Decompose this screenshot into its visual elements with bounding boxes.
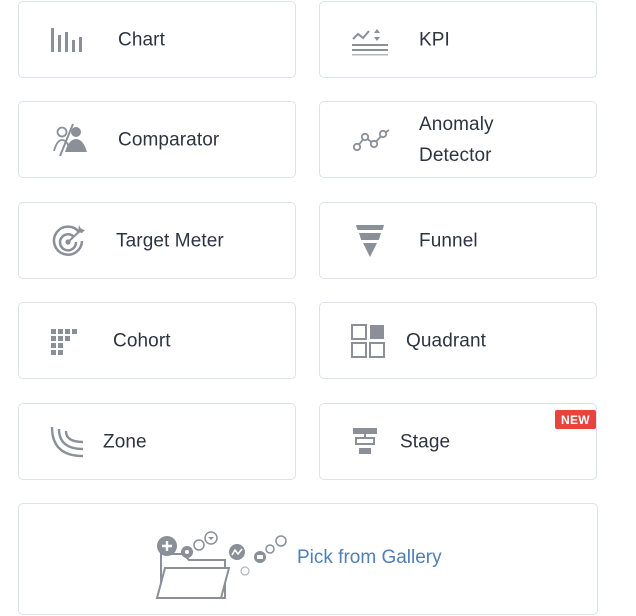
widget-label-quadrant: Quadrant <box>406 330 487 351</box>
new-badge: NEW <box>555 410 596 429</box>
widget-card-cohort[interactable]: Cohort <box>18 302 296 379</box>
stage-icon <box>348 422 388 462</box>
widget-card-quadrant[interactable]: Quadrant <box>319 302 597 379</box>
bar-chart-icon <box>47 20 87 60</box>
widget-label-zone: Zone <box>103 431 147 452</box>
widget-card-chart[interactable]: Chart <box>18 1 296 78</box>
widget-label-comparator: Comparator <box>118 129 220 150</box>
widget-card-funnel[interactable]: Funnel <box>319 202 597 279</box>
widget-label-stage: Stage <box>400 431 451 452</box>
pick-from-gallery-label[interactable]: Pick from Gallery <box>297 547 442 569</box>
quadrant-icon <box>348 321 388 361</box>
widget-card-comparator[interactable]: Comparator <box>18 101 296 178</box>
widget-card-zone[interactable]: Zone <box>18 403 296 480</box>
pick-from-gallery-card[interactable]: Pick from Gallery <box>18 503 598 615</box>
widget-label-chart: Chart <box>118 29 165 50</box>
widget-card-target-meter[interactable]: Target Meter <box>18 202 296 279</box>
comparator-icon <box>51 120 91 160</box>
widget-label-anomaly-detector: Anomaly Detector <box>419 113 494 166</box>
widget-card-kpi[interactable]: KPI <box>319 1 597 78</box>
zone-icon <box>47 422 87 462</box>
anomaly-detector-icon <box>352 120 392 160</box>
kpi-icon <box>350 20 390 60</box>
widget-card-anomaly-detector[interactable]: Anomaly Detector <box>319 101 597 178</box>
widget-label-funnel: Funnel <box>419 230 478 251</box>
widget-label-target-meter: Target Meter <box>116 230 224 251</box>
widget-label-kpi: KPI <box>419 29 450 50</box>
cohort-icon <box>47 321 87 361</box>
target-meter-icon <box>49 221 89 261</box>
widget-label-cohort: Cohort <box>113 330 171 351</box>
funnel-icon <box>350 221 390 261</box>
gallery-folder-icon <box>149 524 299 604</box>
